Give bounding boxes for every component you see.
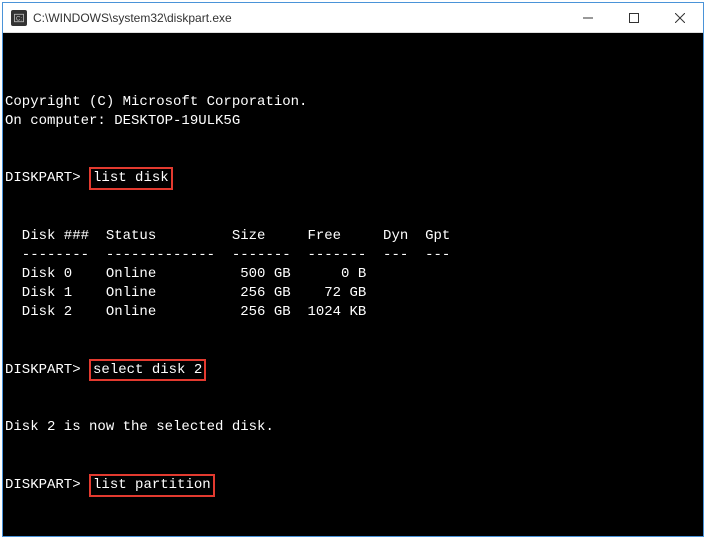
prompt-line-3: DISKPART> list partition [5, 477, 215, 493]
close-icon [675, 13, 685, 23]
window-title: C:\WINDOWS\system32\diskpart.exe [33, 11, 565, 25]
disk-row: Disk 1 Online 256 GB 72 GB [5, 285, 366, 301]
app-icon: C: [11, 10, 27, 26]
disk-row: Disk 2 Online 256 GB 1024 KB [5, 304, 366, 320]
titlebar: C: C:\WINDOWS\system32\diskpart.exe [3, 3, 703, 33]
window-controls [565, 3, 703, 32]
cmd-list-partition: list partition [89, 474, 215, 497]
prompt-line-1: DISKPART> list disk [5, 170, 173, 186]
select-disk-msg: Disk 2 is now the selected disk. [5, 419, 274, 435]
computer-line: On computer: DESKTOP-19ULK5G [5, 113, 240, 129]
minimize-button[interactable] [565, 3, 611, 32]
minimize-icon [583, 13, 593, 23]
terminal-output[interactable]: Copyright (C) Microsoft Corporation. On … [3, 33, 703, 536]
disk-row: Disk 0 Online 500 GB 0 B [5, 266, 366, 282]
maximize-icon [629, 13, 639, 23]
prompt-line-2: DISKPART> select disk 2 [5, 362, 206, 378]
cmd-select-disk: select disk 2 [89, 359, 206, 382]
prompt: DISKPART> [5, 477, 81, 493]
svg-text:C:: C: [16, 16, 22, 22]
close-button[interactable] [657, 3, 703, 32]
prompt: DISKPART> [5, 362, 81, 378]
cmd-list-disk: list disk [89, 167, 173, 190]
prompt: DISKPART> [5, 170, 81, 186]
diskpart-window: C: C:\WINDOWS\system32\diskpart.exe Copy… [2, 2, 704, 537]
disk-table-header: Disk ### Status Size Free Dyn Gpt [5, 228, 450, 244]
copyright-line: Copyright (C) Microsoft Corporation. [5, 94, 307, 110]
disk-table-separator: -------- ------------- ------- ------- -… [5, 247, 450, 263]
maximize-button[interactable] [611, 3, 657, 32]
partition-table-header: Partition ### Type Size Offset [5, 535, 425, 536]
